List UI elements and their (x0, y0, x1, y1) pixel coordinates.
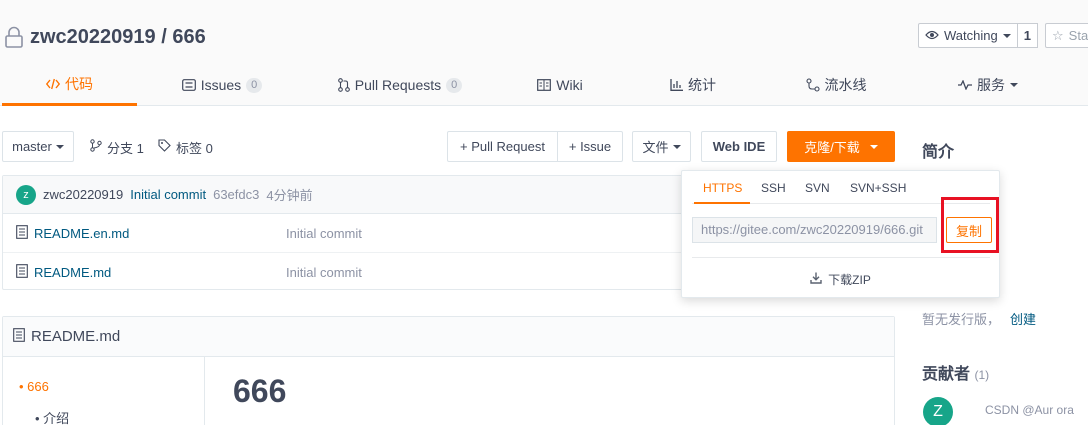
tab-wiki[interactable]: Wiki (527, 64, 593, 106)
file-list: z zwc20220919 Initial commit 63efdc3 4分钟… (2, 175, 694, 290)
branch-icon (90, 139, 102, 155)
commit-time: 4分钟前 (266, 188, 313, 203)
contributors-title: 贡献者 (1) (922, 366, 990, 383)
pull-requests-count-badge: 0 (446, 77, 463, 93)
tab-stats[interactable]: 统计 (660, 64, 726, 106)
active-tab-indicator (694, 202, 750, 204)
code-icon (46, 78, 60, 90)
protocol-tab-svn-ssh[interactable]: SVN+SSH (850, 181, 906, 195)
contributors-count: (1) (974, 368, 990, 382)
web-ide-button[interactable]: Web IDE (701, 131, 777, 162)
chevron-down-icon (869, 144, 878, 149)
branches-link[interactable]: 分支 1 (90, 138, 144, 156)
watermark: CSDN @Aur ora (985, 403, 1074, 417)
protocol-tab-https[interactable]: HTTPS (703, 181, 742, 195)
tags-link[interactable]: 标签 0 (158, 138, 213, 156)
clone-download-button[interactable]: 克隆/下载 (787, 131, 895, 162)
star-label: Sta (1068, 28, 1088, 43)
avatar[interactable]: z (16, 184, 36, 205)
wiki-icon (537, 79, 552, 91)
tab-issues[interactable]: Issues 0 (172, 64, 272, 106)
readme-panel: README.md • 666 • 介绍 666 (2, 316, 895, 425)
service-icon (958, 80, 972, 90)
watch-button[interactable]: Watching (918, 23, 1018, 48)
repo-title: zwc20220919 / 666 (4, 24, 206, 50)
file-commit-message[interactable]: Initial commit (286, 226, 362, 241)
file-link[interactable]: README.md (16, 263, 111, 281)
tab-service[interactable]: 服务 (946, 64, 1030, 106)
new-pull-request-button[interactable]: + Pull Request (447, 131, 558, 162)
watch-group: Watching 1 (918, 23, 1038, 48)
repo-name[interactable]: zwc20220919 / 666 (30, 26, 206, 49)
latest-commit: z zwc20220919 Initial commit 63efdc3 4分钟… (3, 176, 693, 214)
commit-hash[interactable]: 63efdc3 (213, 187, 259, 202)
pull-request-icon (337, 78, 350, 92)
tab-code[interactable]: 代码 (2, 64, 137, 106)
protocol-tab-ssh[interactable]: SSH (761, 181, 786, 195)
issues-count-badge: 0 (246, 77, 263, 93)
file-link[interactable]: README.en.md (16, 225, 129, 242)
no-release-text: 暂无发行版， (922, 312, 1001, 327)
avatar[interactable]: Z (923, 397, 953, 425)
chevron-down-icon (672, 144, 681, 149)
branch-select[interactable]: master (2, 131, 74, 162)
tab-pipeline[interactable]: 流水线 (795, 64, 877, 106)
clone-url-input[interactable]: https://gitee.com/zwc20220919/666.git (692, 217, 937, 243)
file-icon (16, 263, 28, 281)
issues-icon (181, 79, 196, 91)
lock-icon (4, 26, 24, 48)
stats-icon (670, 79, 683, 91)
watch-count[interactable]: 1 (1017, 23, 1038, 48)
readme-heading: 666 (233, 373, 287, 409)
protocol-tab-svn[interactable]: SVN (805, 181, 830, 195)
tab-pull-requests[interactable]: Pull Requests 0 (330, 64, 470, 106)
readme-header: README.md (3, 317, 894, 357)
star-button[interactable]: ☆ Sta (1045, 23, 1088, 48)
repo-tabs: 代码 Issues 0 Pull Requests 0 Wiki 统计 流水线 (0, 64, 1088, 106)
file-icon (16, 225, 28, 242)
commit-message[interactable]: Initial commit (130, 187, 206, 202)
toc-item[interactable]: • 666 (19, 379, 49, 394)
create-release-link[interactable]: 创建 (1010, 309, 1036, 328)
new-issue-button[interactable]: + Issue (557, 131, 623, 162)
tag-icon (158, 139, 171, 155)
file-icon (13, 327, 25, 346)
toc-item[interactable]: • 介绍 (35, 408, 69, 425)
divider (692, 257, 990, 258)
watch-label: Watching (944, 28, 998, 43)
annotation-highlight-box (941, 197, 999, 253)
eye-icon (925, 28, 939, 43)
intro-title: 简介 (922, 144, 955, 161)
table-row: README.md Initial commit (3, 253, 693, 291)
star-icon: ☆ (1052, 27, 1064, 43)
commit-author[interactable]: zwc20220919 (43, 187, 123, 202)
file-commit-message[interactable]: Initial commit (286, 265, 362, 280)
pipeline-icon (805, 78, 820, 92)
file-menu-button[interactable]: 文件 (632, 131, 691, 162)
readme-toc: • 666 • 介绍 (3, 357, 205, 425)
download-zip-link[interactable]: 下载ZIP (682, 271, 999, 288)
download-icon (810, 272, 822, 287)
chevron-down-icon (1002, 33, 1011, 38)
chevron-down-icon (55, 144, 64, 149)
table-row: README.en.md Initial commit (3, 215, 693, 253)
chevron-down-icon (1010, 83, 1018, 87)
